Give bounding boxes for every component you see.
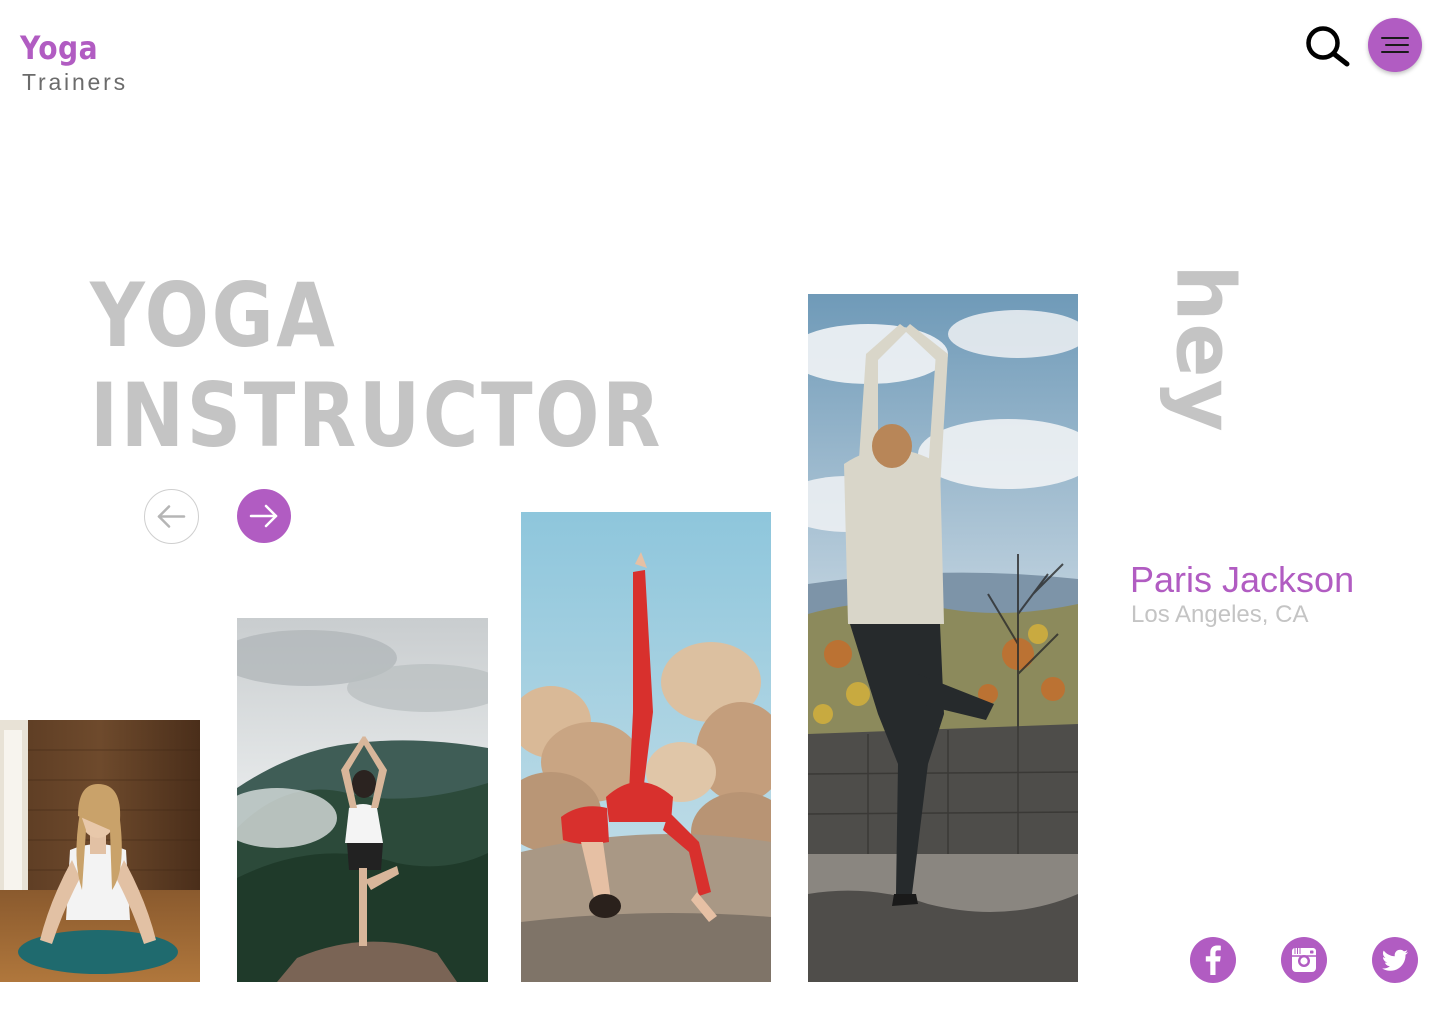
greeting-text: hey [1158, 264, 1252, 434]
arrow-right-icon [249, 504, 278, 528]
hamburger-menu-icon [1381, 37, 1409, 53]
arrow-left-icon [157, 505, 186, 528]
trainer-photo-rocks[interactable] [521, 512, 771, 982]
trainer-photo-mountain[interactable] [237, 618, 488, 982]
twitter-link[interactable] [1372, 937, 1418, 983]
search-icon [1306, 26, 1350, 67]
facebook-link[interactable] [1190, 937, 1236, 983]
previous-button[interactable] [144, 489, 199, 544]
trainer-location: Los Angeles, CA [1131, 601, 1309, 628]
twitter-icon [1382, 949, 1408, 971]
menu-button[interactable] [1368, 18, 1422, 72]
logo-wordmark[interactable]: Yoga [20, 28, 98, 68]
next-button[interactable] [237, 489, 291, 543]
trainer-photo-overlook[interactable] [808, 294, 1078, 982]
search-button[interactable] [1302, 22, 1352, 72]
hero-title-line-2: INSTRUCTOR [90, 364, 663, 467]
trainer-photo-meditation[interactable] [0, 720, 200, 982]
hero-title-line-1: YOGA [90, 264, 338, 367]
greeting-vertical-text: hey [1159, 264, 1252, 433]
facebook-icon [1205, 945, 1221, 975]
instagram-link[interactable] [1281, 937, 1327, 983]
logo-subtitle: Trainers [22, 69, 128, 95]
trainer-name[interactable]: Paris Jackson [1130, 558, 1354, 602]
instagram-icon [1292, 948, 1316, 972]
